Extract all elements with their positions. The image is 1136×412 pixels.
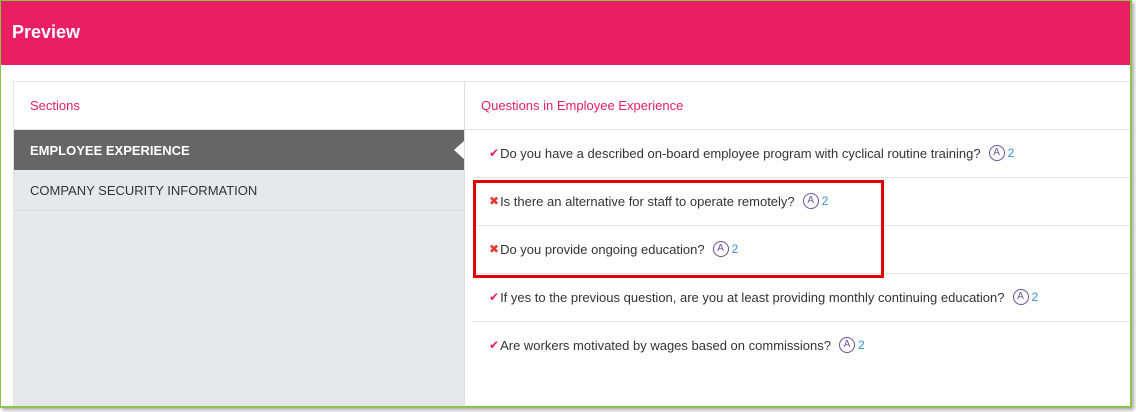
answer-count[interactable]: 2 (732, 242, 739, 256)
check-icon: ✔ (489, 290, 500, 304)
sidebar-item-label: COMPANY SECURITY INFORMATION (30, 183, 258, 198)
question-text: Do you have a described on-board employe… (500, 145, 981, 161)
question-row: ✔ Are workers motivated by wages based o… (473, 322, 1130, 369)
question-row: ✖ Do you provide ongoing education? A 2 (473, 226, 1130, 274)
answer-count[interactable]: 2 (822, 194, 829, 208)
questions-heading-label: Questions in Employee Experience (481, 98, 684, 113)
check-icon: ✔ (489, 146, 500, 160)
question-text: If yes to the previous question, are you… (500, 289, 1005, 305)
sidebar-item-label: EMPLOYEE EXPERIENCE (30, 143, 190, 158)
question-row: ✔ Do you have a described on-board emplo… (473, 130, 1130, 178)
question-row: ✔ If yes to the previous question, are y… (473, 274, 1130, 322)
answer-count[interactable]: 2 (858, 338, 865, 352)
question-text: Are workers motivated by wages based on … (500, 337, 831, 353)
question-text: Is there an alternative for staff to ope… (500, 193, 795, 209)
question-row: ✖ Is there an alternative for staff to o… (473, 178, 1130, 226)
cross-icon: ✖ (489, 194, 500, 208)
preview-title: Preview (12, 22, 81, 42)
question-text: Do you provide ongoing education? (500, 241, 705, 257)
answer-icon[interactable]: A (839, 337, 855, 353)
preview-header: Preview (1, 1, 1130, 65)
cross-icon: ✖ (489, 242, 500, 256)
sections-heading: Sections (14, 82, 464, 130)
check-icon: ✔ (489, 338, 500, 352)
answer-icon[interactable]: A (1012, 289, 1029, 305)
preview-window: Preview Sections EMPLOYEE EXPERIENCE COM… (0, 0, 1132, 408)
sections-sidebar: Sections EMPLOYEE EXPERIENCE COMPANY SEC… (14, 82, 465, 406)
answer-icon[interactable]: A (712, 241, 729, 257)
sidebar-item-company-security-information[interactable]: COMPANY SECURITY INFORMATION (14, 170, 464, 211)
answer-icon[interactable]: A (988, 145, 1005, 161)
questions-panel: Questions in Employee Experience ✔ Do yo… (465, 82, 1130, 406)
questions-heading: Questions in Employee Experience (465, 82, 1130, 130)
sections-heading-label: Sections (30, 98, 80, 113)
answer-icon[interactable]: A (802, 193, 819, 209)
answer-count[interactable]: 2 (1008, 146, 1015, 160)
answer-count[interactable]: 2 (1032, 290, 1039, 304)
preview-panel: Sections EMPLOYEE EXPERIENCE COMPANY SEC… (13, 81, 1130, 406)
sidebar-item-employee-experience[interactable]: EMPLOYEE EXPERIENCE (14, 130, 464, 170)
